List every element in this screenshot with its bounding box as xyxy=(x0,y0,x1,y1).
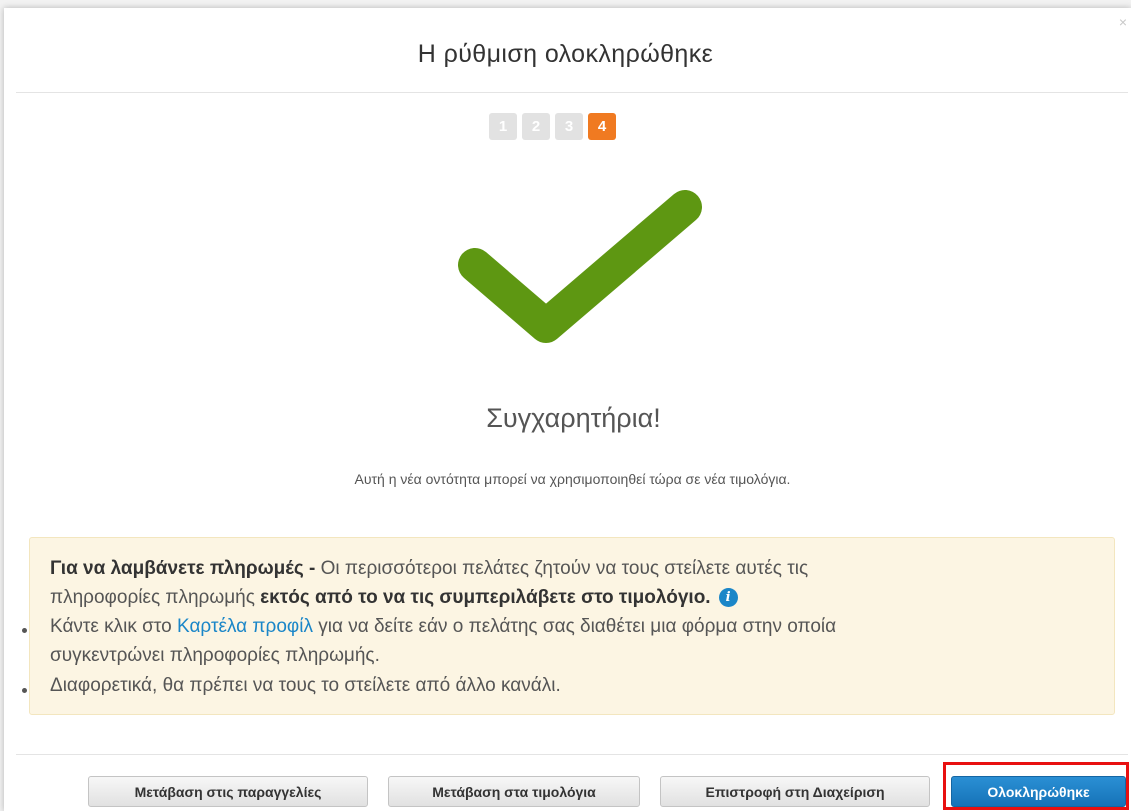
bullet1-before: Κάντε κλικ στο xyxy=(50,616,177,637)
check-icon xyxy=(458,190,702,343)
dialog-title: Η ρύθμιση ολοκληρώθηκε xyxy=(417,40,714,68)
notice-line2-text: πληροφορίες πληρωμής xyxy=(50,587,261,608)
step-4-current: 4 xyxy=(588,113,616,140)
congratulations-heading: Συγχαρητήρια! xyxy=(486,403,661,433)
notice-bullet-1-cont: συγκεντρώνει πληροφορίες πληρωμής. xyxy=(50,645,380,666)
go-to-invoices-button[interactable]: Μετάβαση στα τιμολόγια xyxy=(388,776,640,807)
step-1: 1 xyxy=(489,113,517,140)
step-indicator: 1 2 3 4 xyxy=(489,113,616,140)
back-to-admin-button[interactable]: Επιστροφή στη Διαχείριση xyxy=(660,776,930,807)
notice-lead-text: Οι περισσότεροι πελάτες ζητούν να τους σ… xyxy=(315,558,809,579)
bullet1-after: για να δείτε εάν ο πελάτης σας διαθέτει … xyxy=(312,616,837,637)
notice-line-2: πληροφορίες πληρωμής εκτός από το να τις… xyxy=(50,587,738,609)
info-icon[interactable]: i xyxy=(718,588,738,607)
title-divider xyxy=(16,92,1128,93)
notice-line-1: Για να λαμβάνετε πληρωμές - Οι περισσότε… xyxy=(50,558,808,580)
bullet-dot xyxy=(22,688,27,693)
success-message: Αυτή η νέα οντότητα μπορεί να χρησιμοποι… xyxy=(354,471,791,487)
go-to-orders-button[interactable]: Μετάβαση στις παραγγελίες xyxy=(88,776,368,807)
step-2: 2 xyxy=(522,113,550,140)
profile-tab-link[interactable]: Καρτέλα προφίλ xyxy=(177,616,313,637)
bullet-dot xyxy=(22,628,27,633)
footer-divider xyxy=(16,754,1128,755)
notice-line2-bold: εκτός από το να τις συμπεριλάβετε στο τι… xyxy=(260,587,711,608)
notice-bullet-1: Κάντε κλικ στο Καρτέλα προφίλ για να δεί… xyxy=(50,616,836,638)
done-button-highlight xyxy=(943,762,1129,810)
close-icon[interactable]: × xyxy=(1119,14,1127,30)
notice-lead-bold: Για να λαμβάνετε πληρωμές - xyxy=(50,558,316,579)
notice-bullet-2: Διαφορετικά, θα πρέπει να τους το στείλε… xyxy=(50,675,561,696)
step-3: 3 xyxy=(555,113,583,140)
